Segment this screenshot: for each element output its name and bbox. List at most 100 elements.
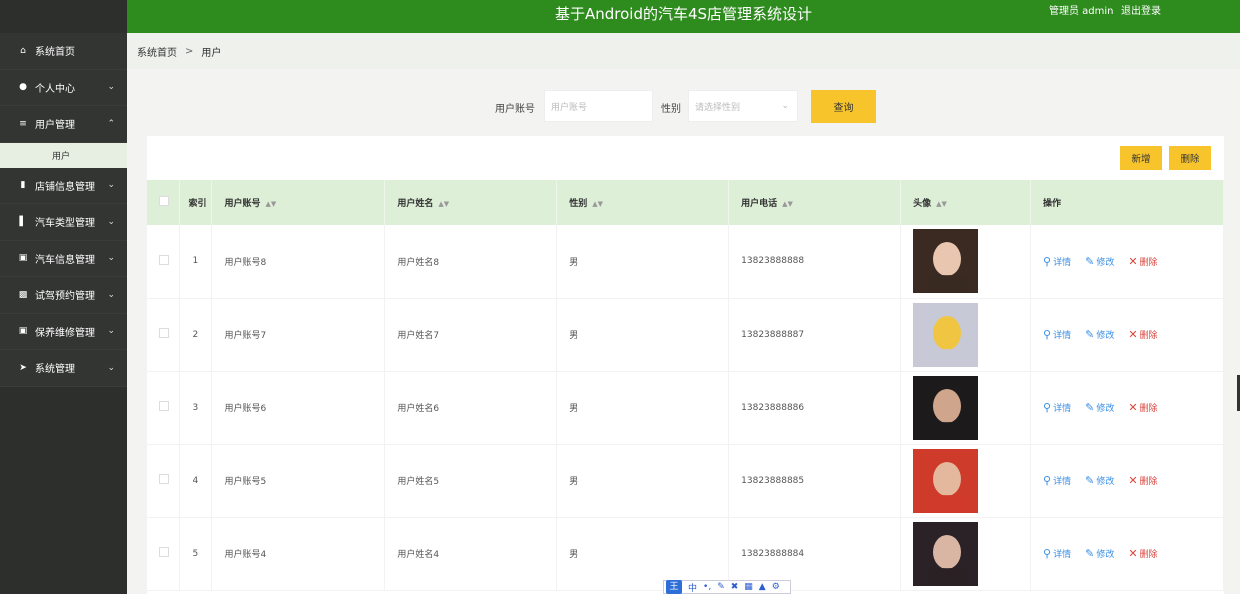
edit-button[interactable]: ✎ 修改 — [1085, 255, 1114, 268]
cell-account: 用户账号5 — [211, 444, 386, 517]
chevron-down-icon: ⌄ — [781, 101, 789, 111]
punctuation-icon[interactable]: •‚ — [703, 582, 711, 592]
query-button[interactable]: 查询 — [811, 90, 876, 123]
column-header-label: 用户电话 — [741, 199, 778, 209]
ime-mode-toggle[interactable]: 中 — [688, 581, 697, 594]
column-header-avatar[interactable]: 头像 ▲▼ — [900, 180, 1032, 225]
detail-button[interactable]: ⚲ 详情 — [1043, 401, 1071, 414]
detail-label: 详情 — [1053, 477, 1072, 487]
column-header-name[interactable]: 用户姓名 ▲▼ — [384, 180, 558, 225]
cell-actions: ⚲ 详情 ✎ 修改 ✕ 删除 — [1030, 444, 1224, 517]
sidebar-item-car-type[interactable]: ▌ 汽车类型管理 ⌄ — [0, 204, 127, 241]
settings-icon[interactable]: ⚙ — [772, 582, 780, 592]
sort-icon: ▲▼ — [438, 200, 450, 208]
sidebar-item-maintenance[interactable]: ▣ 保养维修管理 ⌄ — [0, 313, 127, 350]
row-checkbox[interactable] — [159, 254, 169, 265]
delete-button[interactable]: ✕ 删除 — [1128, 328, 1157, 341]
row-checkbox[interactable] — [159, 547, 169, 557]
detail-button[interactable]: ⚲ 详情 — [1043, 328, 1071, 341]
detail-label: 详情 — [1053, 331, 1072, 341]
cell-gender: 男 — [556, 371, 730, 444]
close-icon: ✕ — [1128, 254, 1138, 268]
sort-icon: ▲▼ — [265, 200, 277, 208]
detail-button[interactable]: ⚲ 详情 — [1043, 255, 1071, 268]
pen-icon[interactable]: ✎ — [717, 582, 725, 592]
sidebar-item-store-info[interactable]: ▮ 店铺信息管理 ⌄ — [0, 167, 127, 204]
sidebar-item-car-info[interactable]: ▣ 汽车信息管理 ⌄ — [0, 240, 127, 277]
account-filter-input[interactable]: 用户账号 — [544, 90, 653, 122]
cell-name: 用户姓名5 — [384, 444, 558, 517]
sidebar-item-test-drive[interactable]: ▩ 试驾预约管理 ⌄ — [0, 277, 127, 314]
sidebar-item-user-management[interactable]: ≡ 用户管理 ⌃ — [0, 106, 127, 143]
edit-label: 修改 — [1096, 257, 1115, 268]
gender-filter-select[interactable]: 请选择性别 ⌄ — [688, 90, 798, 122]
delete-button[interactable]: ✕ 删除 — [1128, 401, 1157, 414]
ime-toolbar[interactable]: 王 中 •‚ ✎ ✖ ▦ ▲ ⚙ — [663, 580, 791, 594]
briefcase-icon: ▩ — [18, 289, 28, 300]
sidebar-item-home[interactable]: ⌂ 系统首页 — [0, 33, 127, 70]
chevron-down-icon: ⌄ — [107, 82, 115, 93]
row-checkbox[interactable] — [159, 474, 169, 484]
chevron-down-icon: ⌄ — [107, 362, 115, 373]
detail-label: 详情 — [1053, 257, 1072, 268]
monitor-icon: ▣ — [18, 326, 28, 337]
keyboard-icon[interactable]: ▦ — [744, 582, 753, 592]
card-icon: ▮ — [20, 180, 26, 191]
gender-filter-placeholder: 请选择性别 — [695, 103, 741, 113]
table-actions: 新增 删除 — [147, 136, 1224, 180]
column-header-phone[interactable]: 用户电话 ▲▼ — [728, 180, 902, 225]
batch-delete-button[interactable]: 删除 — [1169, 146, 1211, 170]
table-row: 1 用户账号8 用户姓名8 男 13823888888 ⚲ 详情 ✎ 修改 ✕ 删除 — [147, 225, 1224, 298]
bar-chart-icon: ▌ — [19, 216, 27, 227]
account-filter-placeholder: 用户账号 — [551, 103, 588, 113]
sidebar-item-system[interactable]: ➤ 系统管理 ⌄ — [0, 350, 127, 387]
cell-actions: ⚲ 详情 ✎ 修改 ✕ 删除 — [1030, 225, 1224, 298]
row-checkbox[interactable] — [159, 328, 169, 338]
edit-icon: ✎ — [1085, 401, 1095, 414]
column-header-account[interactable]: 用户账号 ▲▼ — [211, 180, 386, 225]
sliders-icon: ≡ — [19, 118, 27, 129]
cell-name: 用户姓名7 — [384, 298, 558, 371]
edit-button[interactable]: ✎ 修改 — [1085, 328, 1114, 341]
logout-link[interactable]: 退出登录 — [1121, 0, 1161, 28]
search-icon: ⚲ — [1043, 328, 1052, 341]
breadcrumb-home[interactable]: 系统首页 — [137, 44, 177, 59]
home-icon: ⌂ — [20, 45, 26, 56]
column-header-index: 索引 — [179, 180, 213, 225]
table-body: 1 用户账号8 用户姓名8 男 13823888888 ⚲ 详情 ✎ 修改 ✕ 删除 2 用户账号7 用户… — [147, 225, 1224, 590]
cell-phone: 13823888888 — [728, 225, 902, 298]
cell-actions: ⚲ 详情 ✎ 修改 ✕ 删除 — [1030, 298, 1224, 371]
sidebar-item-label: 保养维修管理 — [35, 327, 95, 339]
skin-icon[interactable]: ▲ — [759, 582, 766, 592]
delete-label: 删除 — [1139, 257, 1158, 268]
delete-button[interactable]: ✕ 删除 — [1128, 255, 1157, 268]
current-user-label: 管理员 admin — [1049, 6, 1114, 17]
select-all-checkbox[interactable] — [159, 196, 169, 206]
edit-button[interactable]: ✎ 修改 — [1085, 474, 1114, 487]
detail-button[interactable]: ⚲ 详情 — [1043, 547, 1071, 560]
row-select-cell — [147, 517, 181, 590]
sidebar-subitem-label: 用户 — [52, 151, 71, 162]
edit-icon: ✎ — [1085, 474, 1095, 487]
column-header-gender[interactable]: 性别 ▲▼ — [556, 180, 730, 225]
detail-button[interactable]: ⚲ 详情 — [1043, 474, 1071, 487]
breadcrumb-separator: > — [185, 45, 194, 57]
sidebar-item-profile[interactable]: ● 个人中心 ⌄ — [0, 69, 127, 106]
edit-button[interactable]: ✎ 修改 — [1085, 401, 1114, 414]
cell-index: 2 — [179, 298, 213, 371]
main-content: 用户账号 用户账号 性别 请选择性别 ⌄ 查询 新增 删除 索引 用户账号 ▲▼ — [127, 69, 1240, 594]
close-icon: ✕ — [1128, 401, 1138, 414]
add-button[interactable]: 新增 — [1120, 146, 1162, 170]
sidebar-subitem-users[interactable]: 用户 — [0, 142, 127, 168]
delete-button[interactable]: ✕ 删除 — [1128, 474, 1157, 487]
avatar — [913, 448, 979, 513]
ime-logo-icon: 王 — [666, 580, 682, 594]
edit-button[interactable]: ✎ 修改 — [1085, 547, 1114, 560]
select-all-cell — [147, 180, 181, 225]
row-checkbox[interactable] — [159, 401, 169, 411]
delete-button[interactable]: ✕ 删除 — [1128, 547, 1157, 560]
breadcrumb-current: 用户 — [201, 47, 222, 59]
close-icon: ✕ — [1128, 474, 1138, 487]
table-row: 3 用户账号6 用户姓名6 男 13823888886 ⚲ 详情 ✎ 修改 ✕ 删除 — [147, 371, 1224, 444]
tools-icon[interactable]: ✖ — [731, 582, 739, 592]
